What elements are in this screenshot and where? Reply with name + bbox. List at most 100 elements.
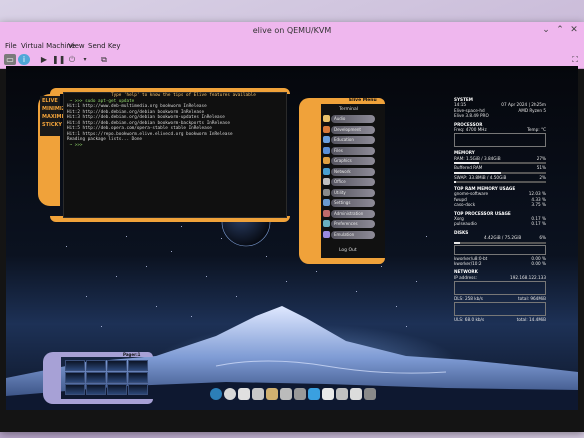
minimize-icon[interactable]: ⌄	[540, 25, 552, 36]
battery-icon[interactable]	[322, 388, 334, 400]
menu-file[interactable]: File	[5, 42, 17, 50]
menu-send-key[interactable]: Send Key	[88, 42, 121, 50]
menu-item[interactable]: Settings	[331, 199, 375, 207]
menu-item[interactable]: Graphics	[331, 157, 375, 165]
conky-down: DLS: 258 kb/s	[454, 296, 483, 302]
menu-item[interactable]: Preferences	[331, 220, 375, 228]
dock	[206, 384, 382, 406]
pager-desktop[interactable]	[128, 372, 148, 383]
menu-category-icon	[323, 178, 330, 185]
conky-host: Elive-space-hd	[454, 107, 485, 113]
conky-buffered: Buffered RAM	[454, 165, 483, 171]
bin-icon[interactable]	[364, 388, 376, 400]
pager-desktop[interactable]	[128, 384, 148, 395]
menu-item[interactable]: Network	[331, 167, 375, 176]
menu-category-icon	[323, 157, 330, 164]
pager-desktop[interactable]	[107, 384, 127, 395]
elive-icon[interactable]	[210, 388, 222, 400]
top-ram-proc: fwupd	[454, 196, 467, 202]
menu-category-icon	[323, 167, 330, 175]
terminal[interactable]: Type 'help' to know the tips of Elive fe…	[63, 92, 287, 218]
cpu-graph	[454, 133, 546, 148]
menu-header[interactable]: Terminal	[339, 107, 358, 112]
play-icon[interactable]: ▶	[38, 54, 50, 65]
pager-frame-left	[43, 352, 61, 404]
power-icon[interactable]: ⏻	[66, 54, 78, 65]
pager-desktop[interactable]	[86, 372, 106, 383]
home-icon[interactable]	[238, 388, 250, 400]
display-icon[interactable]: ▭	[4, 54, 16, 65]
calendar-icon[interactable]	[336, 388, 348, 400]
menu-item[interactable]: Office	[331, 178, 375, 186]
conky-ip: 192.168.122.133	[510, 274, 546, 280]
pager-desktop[interactable]	[86, 360, 106, 371]
conky-ip-label: IP address:	[454, 274, 477, 280]
pager-desktop[interactable]	[86, 384, 106, 395]
speaker-icon[interactable]	[280, 388, 292, 400]
elive-menu: Elive Menu Terminal Audio Development Educ…	[299, 98, 385, 264]
menu-item[interactable]: Education	[331, 136, 375, 144]
menu-category-icon	[323, 125, 330, 133]
menu-item[interactable]: Audio	[331, 115, 375, 123]
menu-item[interactable]: Development	[331, 125, 375, 134]
guest-display[interactable]: ELIVE MINIMIZE MAXIMIZE STICKY Type 'hel…	[6, 66, 578, 410]
lcars-sticky[interactable]: STICKY	[42, 122, 62, 128]
snapshot-icon[interactable]: ⧉	[98, 54, 110, 65]
swap-bar	[454, 180, 546, 183]
disk-graph	[454, 244, 546, 255]
kworker-value: 0.00 %	[531, 260, 546, 266]
menu-category-icon	[323, 146, 330, 154]
info-icon[interactable]: i	[18, 54, 30, 65]
menu-category-icon	[323, 209, 330, 217]
menu-view[interactable]: View	[68, 42, 85, 50]
top-ram-proc: gnome-software	[454, 191, 489, 197]
kworker-proc: kworker/u8:0-bt	[454, 255, 488, 261]
menu-title: Elive Menu	[349, 98, 377, 103]
pager[interactable]: Pager:1	[43, 352, 153, 404]
menu-logout[interactable]: Log Out	[339, 248, 357, 253]
conky-temp: Temp: °C	[527, 126, 546, 132]
clock-icon[interactable]	[350, 388, 362, 400]
window-title: elive on QEMU/KVM	[252, 26, 332, 35]
maximize-icon[interactable]: ⌃	[554, 25, 566, 36]
disc-icon[interactable]	[224, 388, 236, 400]
menu-item[interactable]: Utility	[331, 188, 375, 197]
pager-desktop[interactable]	[128, 360, 148, 371]
conky-up-total: total: 14.4MiB	[516, 317, 546, 323]
conky-time: 14:15	[454, 102, 467, 108]
menu-frame-left	[299, 98, 321, 264]
menu-category-icon	[323, 136, 330, 143]
pager-desktop[interactable]	[107, 372, 127, 383]
conky-disk: 4.42GiB / 75.2GiB	[484, 235, 522, 241]
menu-category-icon	[323, 220, 330, 227]
menu-category-icon	[323, 230, 330, 238]
conky-buffered-pct: 51%	[536, 165, 546, 171]
trash-icon[interactable]	[294, 388, 306, 400]
conky-disk-pct: 6%	[539, 235, 546, 241]
mail-icon[interactable]	[252, 388, 264, 400]
wifi-icon[interactable]	[308, 388, 320, 400]
conky-kernel: Elive 3.8.49 PRO	[454, 113, 489, 119]
title-bar[interactable]: elive on QEMU/KVM ⌄ ⌃ ✕	[0, 22, 584, 40]
lcars-elive[interactable]: ELIVE	[42, 98, 58, 104]
conky-swap: SWAP: 33.8MiB / 4.50GiB	[454, 174, 507, 180]
menu-category-icon	[323, 199, 330, 206]
menu-item[interactable]: Files	[331, 146, 375, 155]
menu-bar: File Virtual Machine View Send Key	[0, 40, 584, 52]
conky-swap-pct: 2%	[539, 174, 546, 180]
menu-item[interactable]: Emulation	[331, 230, 375, 239]
pager-desktop[interactable]	[65, 384, 85, 395]
pager-desktop[interactable]	[65, 360, 85, 371]
folder-icon[interactable]	[266, 388, 278, 400]
close-icon[interactable]: ✕	[568, 25, 580, 36]
dropdown-icon[interactable]: ▾	[79, 54, 91, 65]
terminal-prompt[interactable]: ~ >>>	[64, 143, 286, 149]
fullscreen-icon[interactable]: ⛶	[569, 54, 581, 65]
download-graph	[454, 281, 546, 296]
menu-item[interactable]: Administration	[331, 209, 375, 218]
pager-desks	[65, 360, 149, 396]
pager-desktop[interactable]	[107, 360, 127, 371]
pause-icon[interactable]: ❚❚	[52, 54, 65, 65]
pager-desktop[interactable]	[65, 372, 85, 383]
upload-graph	[454, 302, 546, 317]
